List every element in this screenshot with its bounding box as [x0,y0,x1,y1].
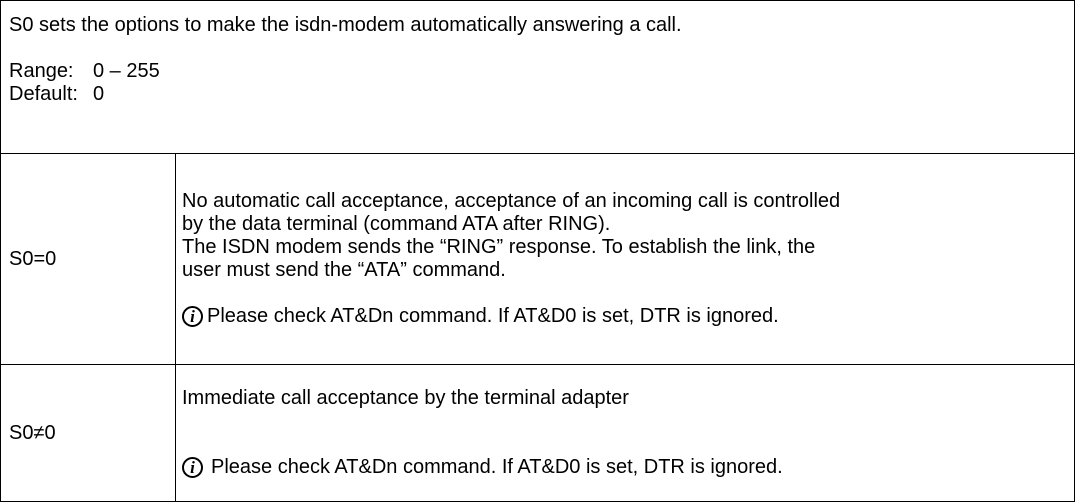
table-row: S0≠0 Immediate call acceptance by the te… [0,364,1075,502]
note-line: i Please check AT&Dn command. If AT&D0 i… [182,456,1074,479]
register-description: S0 sets the options to make the isdn-mod… [9,14,682,36]
description-line: by the data terminal (command ATA after … [182,213,611,235]
description-line: The ISDN modem sends the “RING” response… [182,236,816,258]
note-text: Please check AT&Dn command. If AT&D0 is … [211,456,783,478]
s0-register-table: S0 sets the options to make the isdn-mod… [0,0,1075,502]
setting-label-cell: S0≠0 [0,364,176,502]
table-row: S0=0 No automatic call acceptance, accep… [0,153,1075,365]
description-line: No automatic call acceptance, acceptance… [182,190,841,212]
setting-label: S0≠0 [9,421,56,444]
info-icon: i [182,457,203,478]
setting-description-cell: Immediate call acceptance by the termina… [175,364,1075,502]
note-line: i Please check AT&Dn command. If AT&D0 i… [182,305,1074,328]
default-label: Default: [9,83,78,105]
register-header-cell: S0 sets the options to make the isdn-mod… [0,0,1075,154]
setting-description-cell: No automatic call acceptance, acceptance… [175,153,1075,365]
note-text: Please check AT&Dn command. If AT&D0 is … [207,305,779,327]
range-value: 0 – 255 [93,60,160,82]
range-label: Range: [9,60,74,82]
default-value: 0 [93,83,105,105]
range-row: Range: 0 – 255 [9,60,1074,83]
description-line: Immediate call acceptance by the termina… [182,387,629,409]
info-icon: i [182,306,203,327]
description-line: user must send the “ATA” command. [182,259,506,281]
setting-label-cell: S0=0 [0,153,176,365]
default-row: Default: 0 [9,83,1074,106]
setting-label: S0=0 [9,247,57,270]
